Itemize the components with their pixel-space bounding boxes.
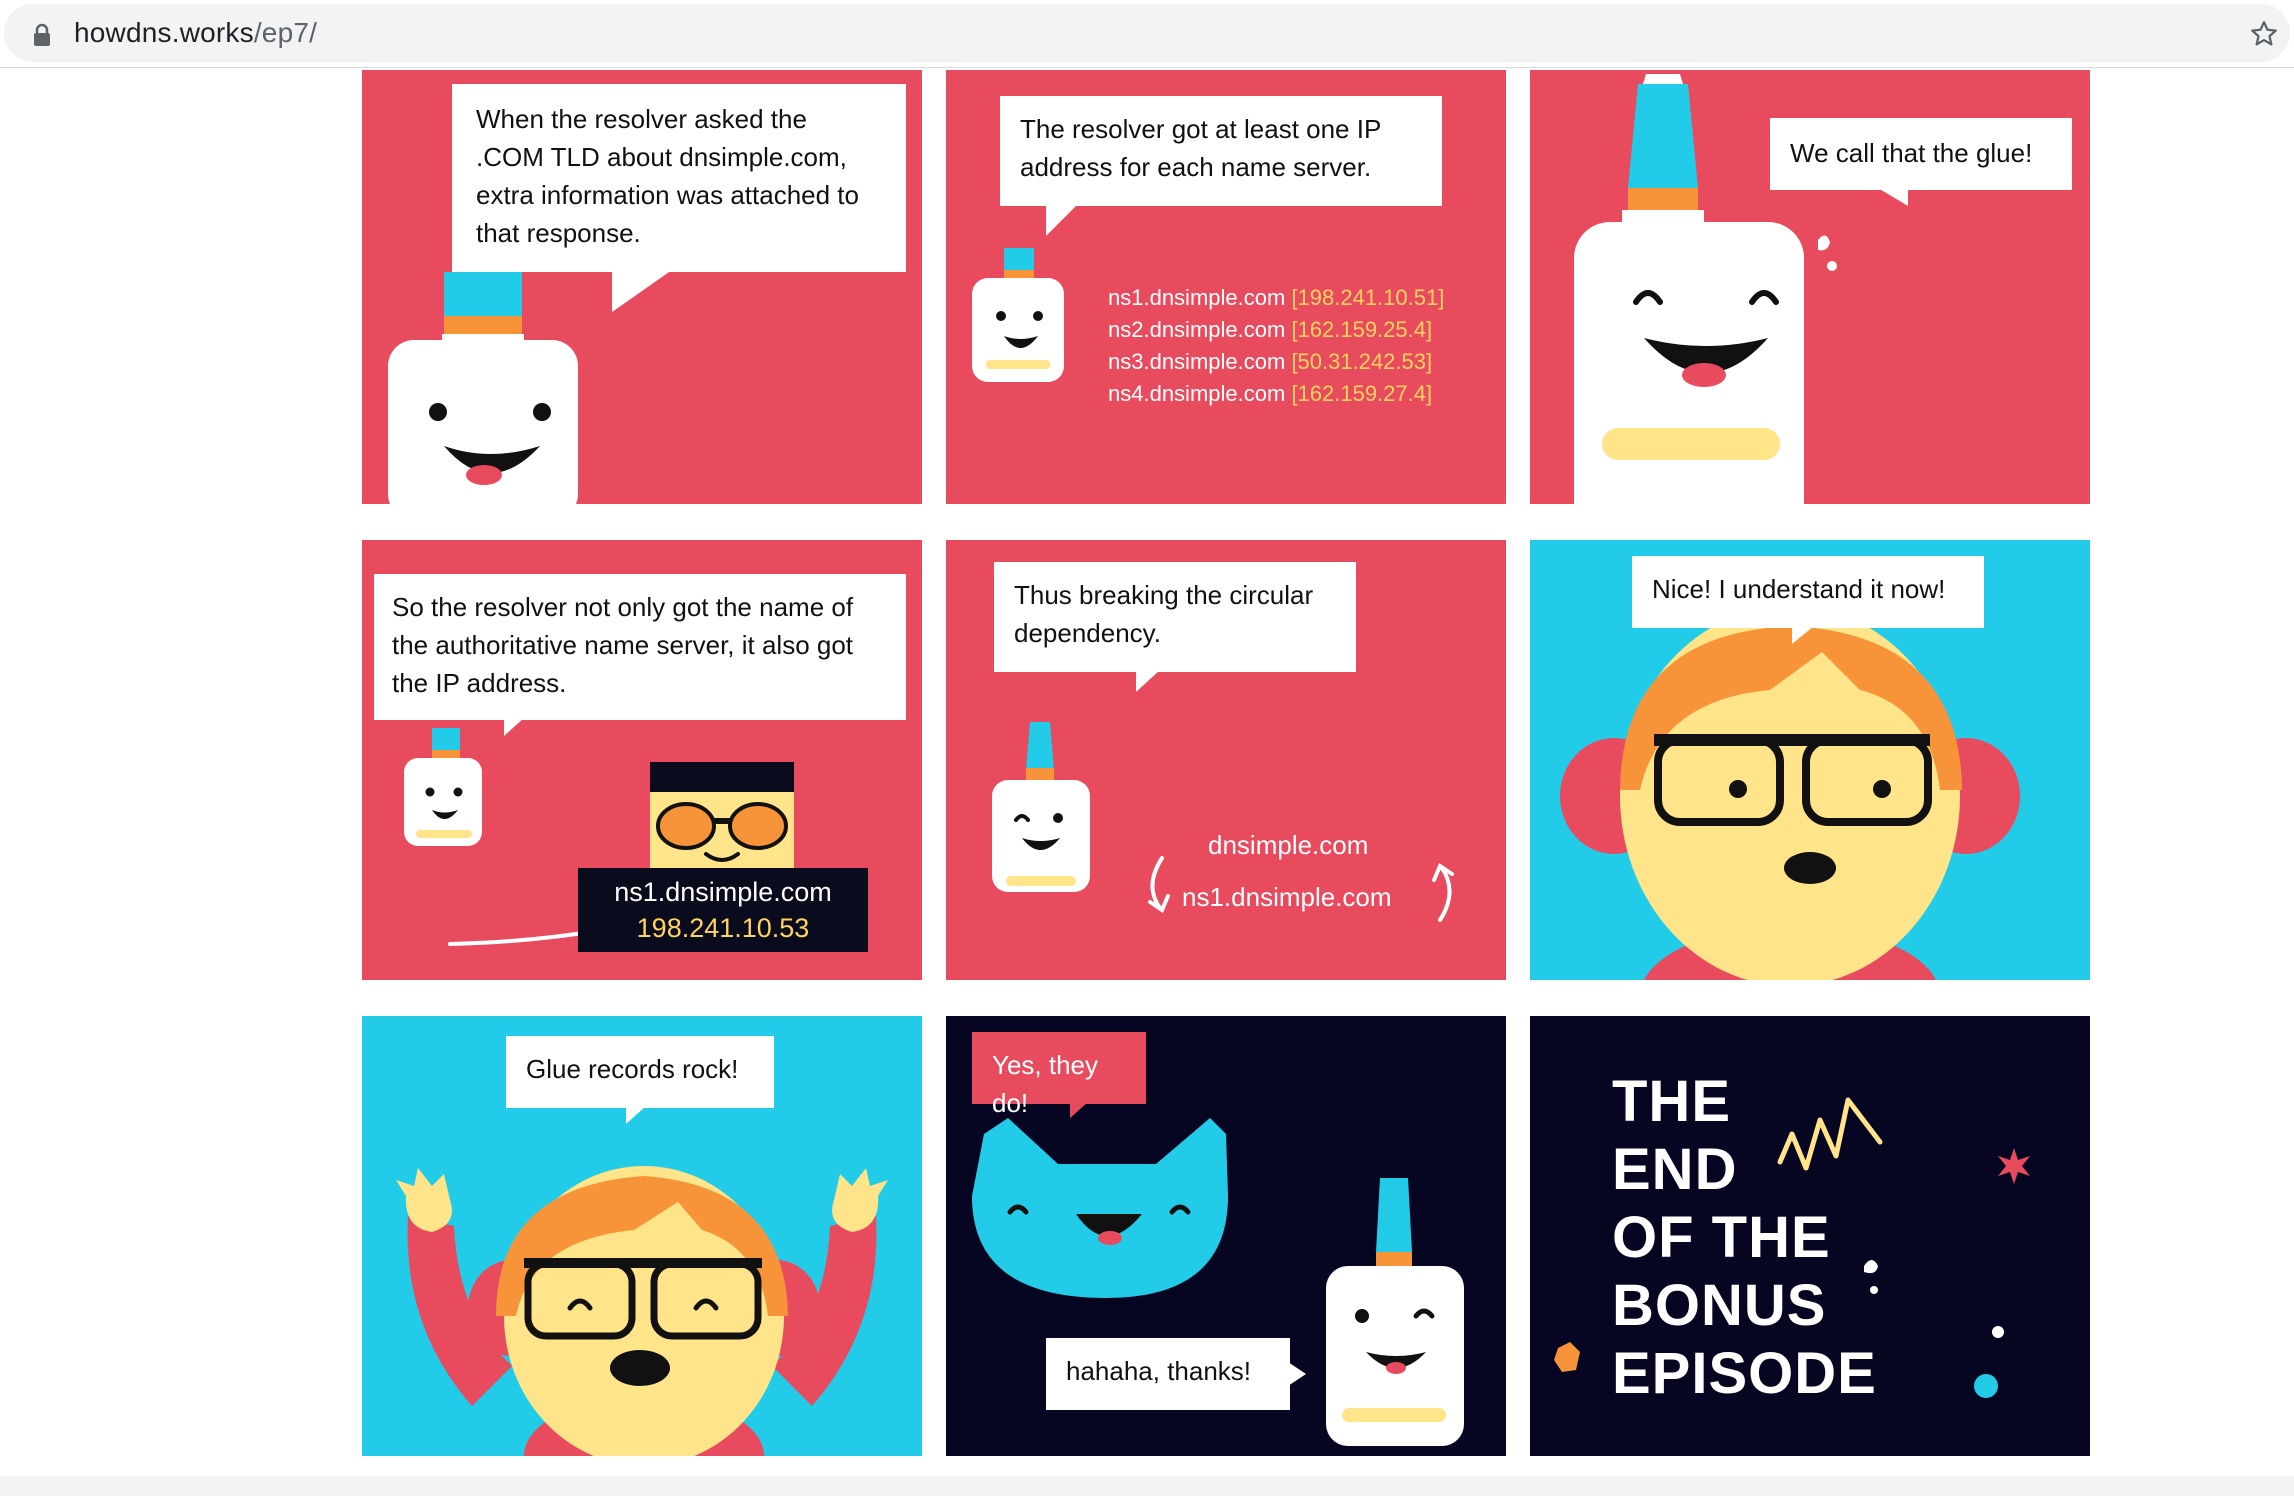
comic-panel-3: We call that the glue! [1530, 70, 2090, 504]
name-server-ip: [198.241.10.51] [1291, 285, 1445, 310]
speech-bubble-tail [1288, 1362, 1306, 1386]
end-title-line: OF THE [1612, 1205, 1831, 1270]
end-title-line: END [1612, 1137, 1738, 1202]
lock-icon[interactable] [32, 23, 52, 47]
speech-bubble: So the resolver not only got the name of… [374, 574, 906, 720]
speech-bubble: We call that the glue! [1770, 118, 2072, 190]
url-text[interactable]: howdns.works/ep7/ [74, 17, 317, 49]
address-bar[interactable]: howdns.works/ep7/ [4, 4, 2290, 62]
name-server-host: ns2.dnsimple.com [1108, 317, 1286, 342]
name-server-tag: ns1.dnsimple.com 198.241.10.53 [578, 868, 868, 952]
name-server-ip: [50.31.242.53] [1291, 349, 1433, 374]
name-server-ip: [162.159.27.4] [1291, 381, 1433, 406]
speech-bubble-tail [1046, 206, 1076, 236]
comic-panel-1: When the resolver asked the .COM TLD abo… [362, 70, 922, 504]
end-title-line: BONUS [1612, 1273, 1827, 1338]
name-server-host: ns4.dnsimple.com [1108, 381, 1286, 406]
name-server-list: ns1.dnsimple.com [198.241.10.51] ns2.dns… [1108, 282, 1444, 410]
speech-bubble-tail [1792, 626, 1814, 644]
comic-panel-5: Thus breaking the circular dependency. d… [946, 540, 1506, 980]
speech-bubble-tail [1878, 188, 1908, 206]
name-server-row: ns2.dnsimple.com [162.159.25.4] [1108, 314, 1444, 346]
comic-panel-2: The resolver got at least one IP address… [946, 70, 1506, 504]
comic-panel-7: Glue records rock! [362, 1016, 922, 1456]
name-server-host: ns1.dnsimple.com [1108, 285, 1286, 310]
name-server-tag-ip: 198.241.10.53 [636, 913, 810, 943]
speech-bubble-tail [1136, 670, 1160, 692]
speech-bubble: Glue records rock! [506, 1036, 774, 1108]
name-server-row: ns3.dnsimple.com [50.31.242.53] [1108, 346, 1444, 378]
speech-bubble-cat: Yes, they do! [972, 1032, 1146, 1118]
speech-bubble: Nice! I understand it now! [1632, 556, 1984, 628]
name-server-row: ns1.dnsimple.com [198.241.10.51] [1108, 282, 1444, 314]
circular-dependency-top: dnsimple.com [1208, 830, 1369, 860]
url-path: /ep7/ [253, 17, 318, 48]
browser-toolbar: howdns.works/ep7/ [0, 0, 2294, 68]
speech-bubble: When the resolver asked the .COM TLD abo… [452, 84, 906, 272]
comic-panel-8: Yes, they do! hahaha, thanks! [946, 1016, 1506, 1456]
speech-bubble-tail [612, 270, 672, 312]
bookmark-star-icon[interactable] [2249, 19, 2279, 49]
name-server-tag-host: ns1.dnsimple.com [614, 877, 832, 907]
url-host: howdns.works [74, 17, 254, 48]
circular-dependency-bottom: ns1.dnsimple.com [1182, 882, 1392, 912]
comic-panel-4: So the resolver not only got the name of… [362, 540, 922, 980]
speech-bubble-tail [504, 718, 524, 736]
end-title-line: THE [1612, 1069, 1731, 1134]
speech-bubble-tail [626, 1106, 646, 1124]
comic-panel-6: Nice! I understand it now! [1530, 540, 2090, 980]
page-bottom-band [0, 1476, 2294, 1496]
name-server-ip: [162.159.25.4] [1291, 317, 1433, 342]
speech-bubble-glue: hahaha, thanks! [1046, 1338, 1290, 1410]
comic-panel-9: THE END OF THE BONUS EPISODE [1530, 1016, 2090, 1456]
speech-bubble: Thus breaking the circular dependency. [994, 562, 1356, 672]
name-server-row: ns4.dnsimple.com [162.159.27.4] [1108, 378, 1444, 410]
speech-bubble: The resolver got at least one IP address… [1000, 96, 1442, 206]
end-title-line: EPISODE [1612, 1341, 1877, 1406]
end-title: THE END OF THE BONUS EPISODE [1612, 1068, 1877, 1408]
speech-bubble-tail [1070, 1102, 1088, 1118]
name-server-host: ns3.dnsimple.com [1108, 349, 1286, 374]
